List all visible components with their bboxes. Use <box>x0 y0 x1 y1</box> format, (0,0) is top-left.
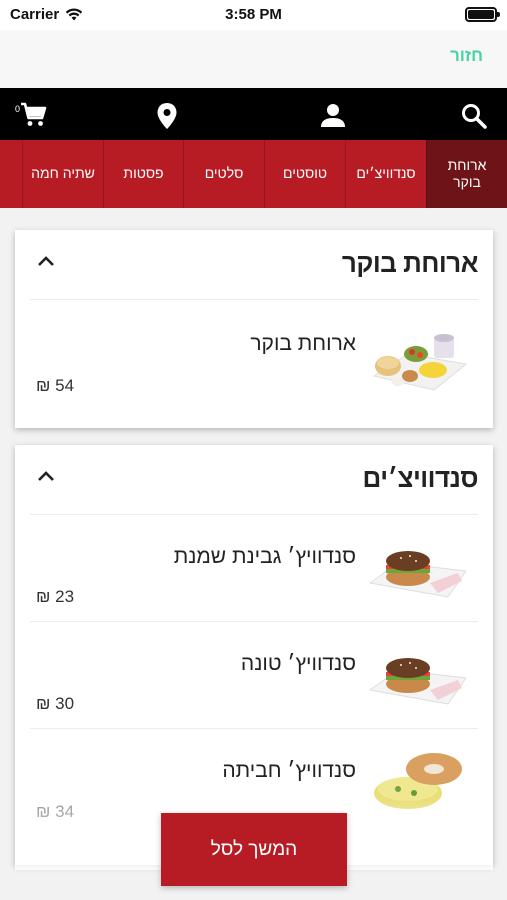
menu-item[interactable]: סנדוויץ׳ גבינת שמנת 23 ₪ <box>30 515 478 622</box>
status-time: 3:58 PM <box>225 6 282 23</box>
back-button[interactable]: חזור <box>450 46 483 66</box>
item-price: 23 ₪ <box>36 587 75 606</box>
section-title: סנדוויצ׳ים <box>362 463 479 493</box>
item-name: ארוחת בוקר <box>250 332 356 355</box>
item-price: 54 ₪ <box>36 376 75 395</box>
tab-pastas[interactable]: פסטות <box>103 140 183 208</box>
continue-to-cart-button[interactable]: המשך לסל <box>161 813 347 886</box>
search-icon <box>462 104 487 129</box>
section-header[interactable]: סנדוויצ׳ים <box>30 445 479 515</box>
item-price: 30 ₪ <box>36 694 75 713</box>
profile-button[interactable] <box>320 102 346 128</box>
item-name: סנדוויץ׳ חביתה <box>222 759 356 782</box>
item-name: סנדוויץ׳ גבינת שמנת <box>173 545 356 568</box>
header-bar: 0 <box>0 88 507 140</box>
item-price: 34 ₪ <box>36 802 75 821</box>
section-title: ארוחת בוקר <box>341 248 479 278</box>
menu-section-breakfast: ארוחת בוקר ארוחת בוקר 54 ₪ <box>15 230 493 428</box>
cart-icon <box>21 102 47 126</box>
menu-section-sandwiches: סנדוויצ׳ים סנדוויץ׳ גבינת שמנת 23 ₪ סנדו… <box>15 445 493 865</box>
tab-sandwiches[interactable]: סנדוויצ׳ים <box>345 140 426 208</box>
battery-icon <box>465 7 500 22</box>
omelette-bagel-image <box>374 753 462 809</box>
location-pin-icon <box>157 103 177 129</box>
user-icon <box>321 104 345 127</box>
tab-salads[interactable]: סלטים <box>183 140 264 208</box>
status-bar: Carrier 3:58 PM <box>0 0 507 30</box>
section-header[interactable]: ארוחת בוקר <box>30 230 479 300</box>
category-tabs: ארוחת בוקר סנדוויצ׳ים טוסטים סלטים פסטות… <box>0 140 507 208</box>
breakfast-plate-image <box>372 334 468 391</box>
bagel-sandwich-image <box>368 551 467 598</box>
tab-breakfast[interactable]: ארוחת בוקר <box>426 140 507 208</box>
bagel-sandwich-image <box>368 658 467 705</box>
menu-item[interactable]: ארוחת בוקר 54 ₪ <box>30 300 478 418</box>
menu-item[interactable]: סנדוויץ׳ טונה 30 ₪ <box>30 622 478 729</box>
chevron-up-icon[interactable] <box>36 469 56 483</box>
chevron-up-icon[interactable] <box>36 254 56 268</box>
cart-button[interactable]: 0 <box>15 102 47 128</box>
tab-toasts[interactable]: טוסטים <box>264 140 345 208</box>
location-button[interactable] <box>155 102 181 129</box>
item-name: סנדוויץ׳ טונה <box>240 652 356 675</box>
search-button[interactable] <box>460 102 487 129</box>
top-nav-area: חזור <box>0 30 507 88</box>
tab-hot-drinks[interactable]: שתיה חמה <box>22 140 103 208</box>
tab-more[interactable]: ש <box>0 140 22 208</box>
